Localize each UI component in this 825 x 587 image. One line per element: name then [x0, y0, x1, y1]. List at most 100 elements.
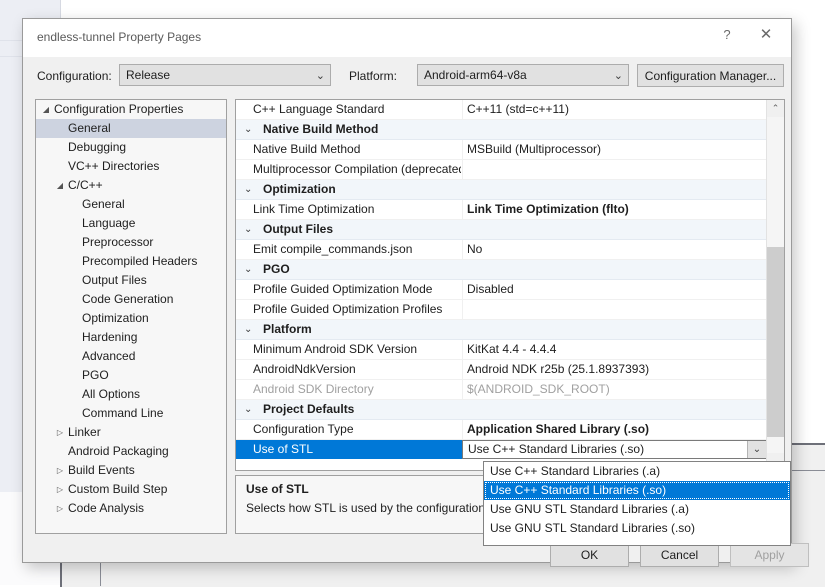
collapsed-twisty-icon[interactable]: ▷ — [54, 423, 66, 442]
property-grid-scrollbar[interactable]: ⌃ ⌄ — [766, 100, 784, 470]
tree-item-label: General — [82, 195, 125, 214]
column-separator — [462, 200, 463, 219]
tree-item-label: Linker — [68, 423, 101, 442]
chevron-down-icon[interactable]: ⌄ — [244, 120, 252, 139]
property-category-row[interactable]: ⌄Platform — [236, 320, 767, 340]
tree-item-optimization[interactable]: Optimization — [36, 309, 226, 328]
tree-item-label: PGO — [82, 366, 109, 385]
configuration-select[interactable]: Release ⌄ — [119, 64, 331, 86]
property-row[interactable]: Minimum Android SDK VersionKitKat 4.4 - … — [236, 340, 767, 360]
configuration-label: Configuration: — [37, 69, 112, 83]
property-row[interactable]: Emit compile_commands.json No — [236, 240, 767, 260]
chevron-down-icon[interactable]: ⌄ — [244, 220, 252, 239]
property-category-row[interactable]: ⌄Project Defaults — [236, 400, 767, 420]
column-separator — [462, 300, 463, 319]
chevron-down-icon[interactable]: ⌄ — [747, 441, 766, 458]
scrollbar-thumb[interactable] — [767, 247, 784, 437]
tree-item-code-analysis[interactable]: ▷Code Analysis — [36, 499, 226, 518]
tree-item-android-packaging[interactable]: Android Packaging — [36, 442, 226, 461]
property-name: Profile Guided Optimization Profiles — [253, 300, 461, 319]
property-category-row[interactable]: ⌄Native Build Method — [236, 120, 767, 140]
property-row[interactable]: Android SDK Directory$(ANDROID_SDK_ROOT) — [236, 380, 767, 400]
tree-item-label: Code Analysis — [68, 499, 144, 518]
property-category-row[interactable]: ⌄PGO — [236, 260, 767, 280]
tree-item-hardening[interactable]: Hardening — [36, 328, 226, 347]
tree-item-build-events[interactable]: ▷Build Events — [36, 461, 226, 480]
tree-item-label: Preprocessor — [82, 233, 153, 252]
column-separator — [462, 240, 463, 259]
property-value: No — [467, 240, 482, 259]
property-row[interactable]: Native Build MethodMSBuild (Multiprocess… — [236, 140, 767, 160]
ok-button[interactable]: OK — [550, 543, 629, 567]
configuration-properties-tree[interactable]: ◢Configuration PropertiesGeneralDebuggin… — [35, 99, 227, 534]
property-name: AndroidNdkVersion — [253, 360, 461, 379]
cancel-button[interactable]: Cancel — [640, 543, 719, 567]
tree-item-configuration-properties[interactable]: ◢Configuration Properties — [36, 100, 226, 119]
property-name: Emit compile_commands.json — [253, 240, 461, 259]
tree-item-label: Output Files — [82, 271, 147, 290]
configuration-manager-button[interactable]: Configuration Manager... — [637, 64, 784, 87]
platform-select[interactable]: Android-arm64-v8a ⌄ — [417, 64, 629, 86]
tree-item-custom-build-step[interactable]: ▷Custom Build Step — [36, 480, 226, 499]
tree-item-label: VC++ Directories — [68, 157, 159, 176]
tree-item-language[interactable]: Language — [36, 214, 226, 233]
property-row[interactable]: Profile Guided Optimization Profiles — [236, 300, 767, 320]
collapsed-twisty-icon[interactable]: ▷ — [54, 461, 66, 480]
chevron-down-icon[interactable]: ⌄ — [244, 180, 252, 199]
close-icon[interactable]: ✕ — [749, 19, 783, 49]
tree-item-label: Android Packaging — [68, 442, 169, 461]
collapsed-twisty-icon[interactable]: ▷ — [54, 499, 66, 518]
property-category-row[interactable]: ⌄Output Files — [236, 220, 767, 240]
use-of-stl-combobox[interactable]: Use C++ Standard Libraries (.so)⌄ — [462, 440, 767, 459]
collapsed-twisty-icon[interactable]: ▷ — [54, 480, 66, 499]
dropdown-option[interactable]: Use GNU STL Standard Libraries (.a) — [484, 500, 790, 519]
dropdown-option[interactable]: Use C++ Standard Libraries (.a) — [484, 462, 790, 481]
help-icon[interactable]: ? — [710, 19, 744, 49]
property-value: Application Shared Library (.so) — [467, 420, 649, 439]
property-value: KitKat 4.4 - 4.4.4 — [467, 340, 556, 359]
tree-item-label: General — [68, 119, 111, 138]
tree-item-command-line[interactable]: Command Line — [36, 404, 226, 423]
property-category-row[interactable]: ⌄Optimization — [236, 180, 767, 200]
property-row[interactable]: Configuration TypeApplication Shared Lib… — [236, 420, 767, 440]
column-separator — [462, 160, 463, 179]
expanded-twisty-icon[interactable]: ◢ — [54, 176, 66, 195]
property-value: MSBuild (Multiprocessor) — [467, 140, 601, 159]
tree-item-pgo[interactable]: PGO — [36, 366, 226, 385]
property-row[interactable]: C++ Language StandardC++11 (std=c++11) — [236, 100, 767, 120]
dropdown-padding — [484, 538, 790, 545]
chevron-down-icon[interactable]: ⌄ — [244, 400, 252, 419]
property-row[interactable]: AndroidNdkVersionAndroid NDK r25b (25.1.… — [236, 360, 767, 380]
property-row[interactable]: Link Time OptimizationLink Time Optimiza… — [236, 200, 767, 220]
tree-item-general[interactable]: General — [36, 195, 226, 214]
property-grid-rows[interactable]: C++ Language StandardC++11 (std=c++11)⌄N… — [236, 100, 767, 470]
chevron-down-icon[interactable]: ⌄ — [244, 260, 252, 279]
dropdown-option[interactable]: Use C++ Standard Libraries (.so) — [484, 481, 790, 500]
column-separator — [462, 280, 463, 299]
property-pages-dialog: endless-tunnel Property Pages ? ✕ Config… — [22, 18, 792, 563]
tree-item-output-files[interactable]: Output Files — [36, 271, 226, 290]
property-row[interactable]: Use of STLUse C++ Standard Libraries (.s… — [236, 440, 767, 460]
tree-item-label: Configuration Properties — [54, 100, 183, 119]
tree-item-label: C/C++ — [68, 176, 103, 195]
tree-item-vc-directories[interactable]: VC++ Directories — [36, 157, 226, 176]
property-row[interactable]: Profile Guided Optimization ModeDisabled — [236, 280, 767, 300]
apply-button: Apply — [730, 543, 809, 567]
tree-item-advanced[interactable]: Advanced — [36, 347, 226, 366]
use-of-stl-dropdown-list[interactable]: Use C++ Standard Libraries (.a)Use C++ S… — [483, 461, 791, 546]
scroll-up-icon[interactable]: ⌃ — [767, 100, 784, 117]
tree-item-general[interactable]: General — [36, 119, 226, 138]
tree-item-linker[interactable]: ▷Linker — [36, 423, 226, 442]
dropdown-option[interactable]: Use GNU STL Standard Libraries (.so) — [484, 519, 790, 538]
property-row[interactable]: Multiprocessor Compilation (deprecated) — [236, 160, 767, 180]
tree-item-preprocessor[interactable]: Preprocessor — [36, 233, 226, 252]
tree-item-c-c[interactable]: ◢C/C++ — [36, 176, 226, 195]
tree-item-all-options[interactable]: All Options — [36, 385, 226, 404]
property-name: C++ Language Standard — [253, 100, 461, 119]
expanded-twisty-icon[interactable]: ◢ — [40, 100, 52, 119]
tree-item-precompiled-headers[interactable]: Precompiled Headers — [36, 252, 226, 271]
tree-item-code-generation[interactable]: Code Generation — [36, 290, 226, 309]
tree-item-label: Build Events — [68, 461, 135, 480]
chevron-down-icon[interactable]: ⌄ — [244, 320, 252, 339]
tree-item-debugging[interactable]: Debugging — [36, 138, 226, 157]
